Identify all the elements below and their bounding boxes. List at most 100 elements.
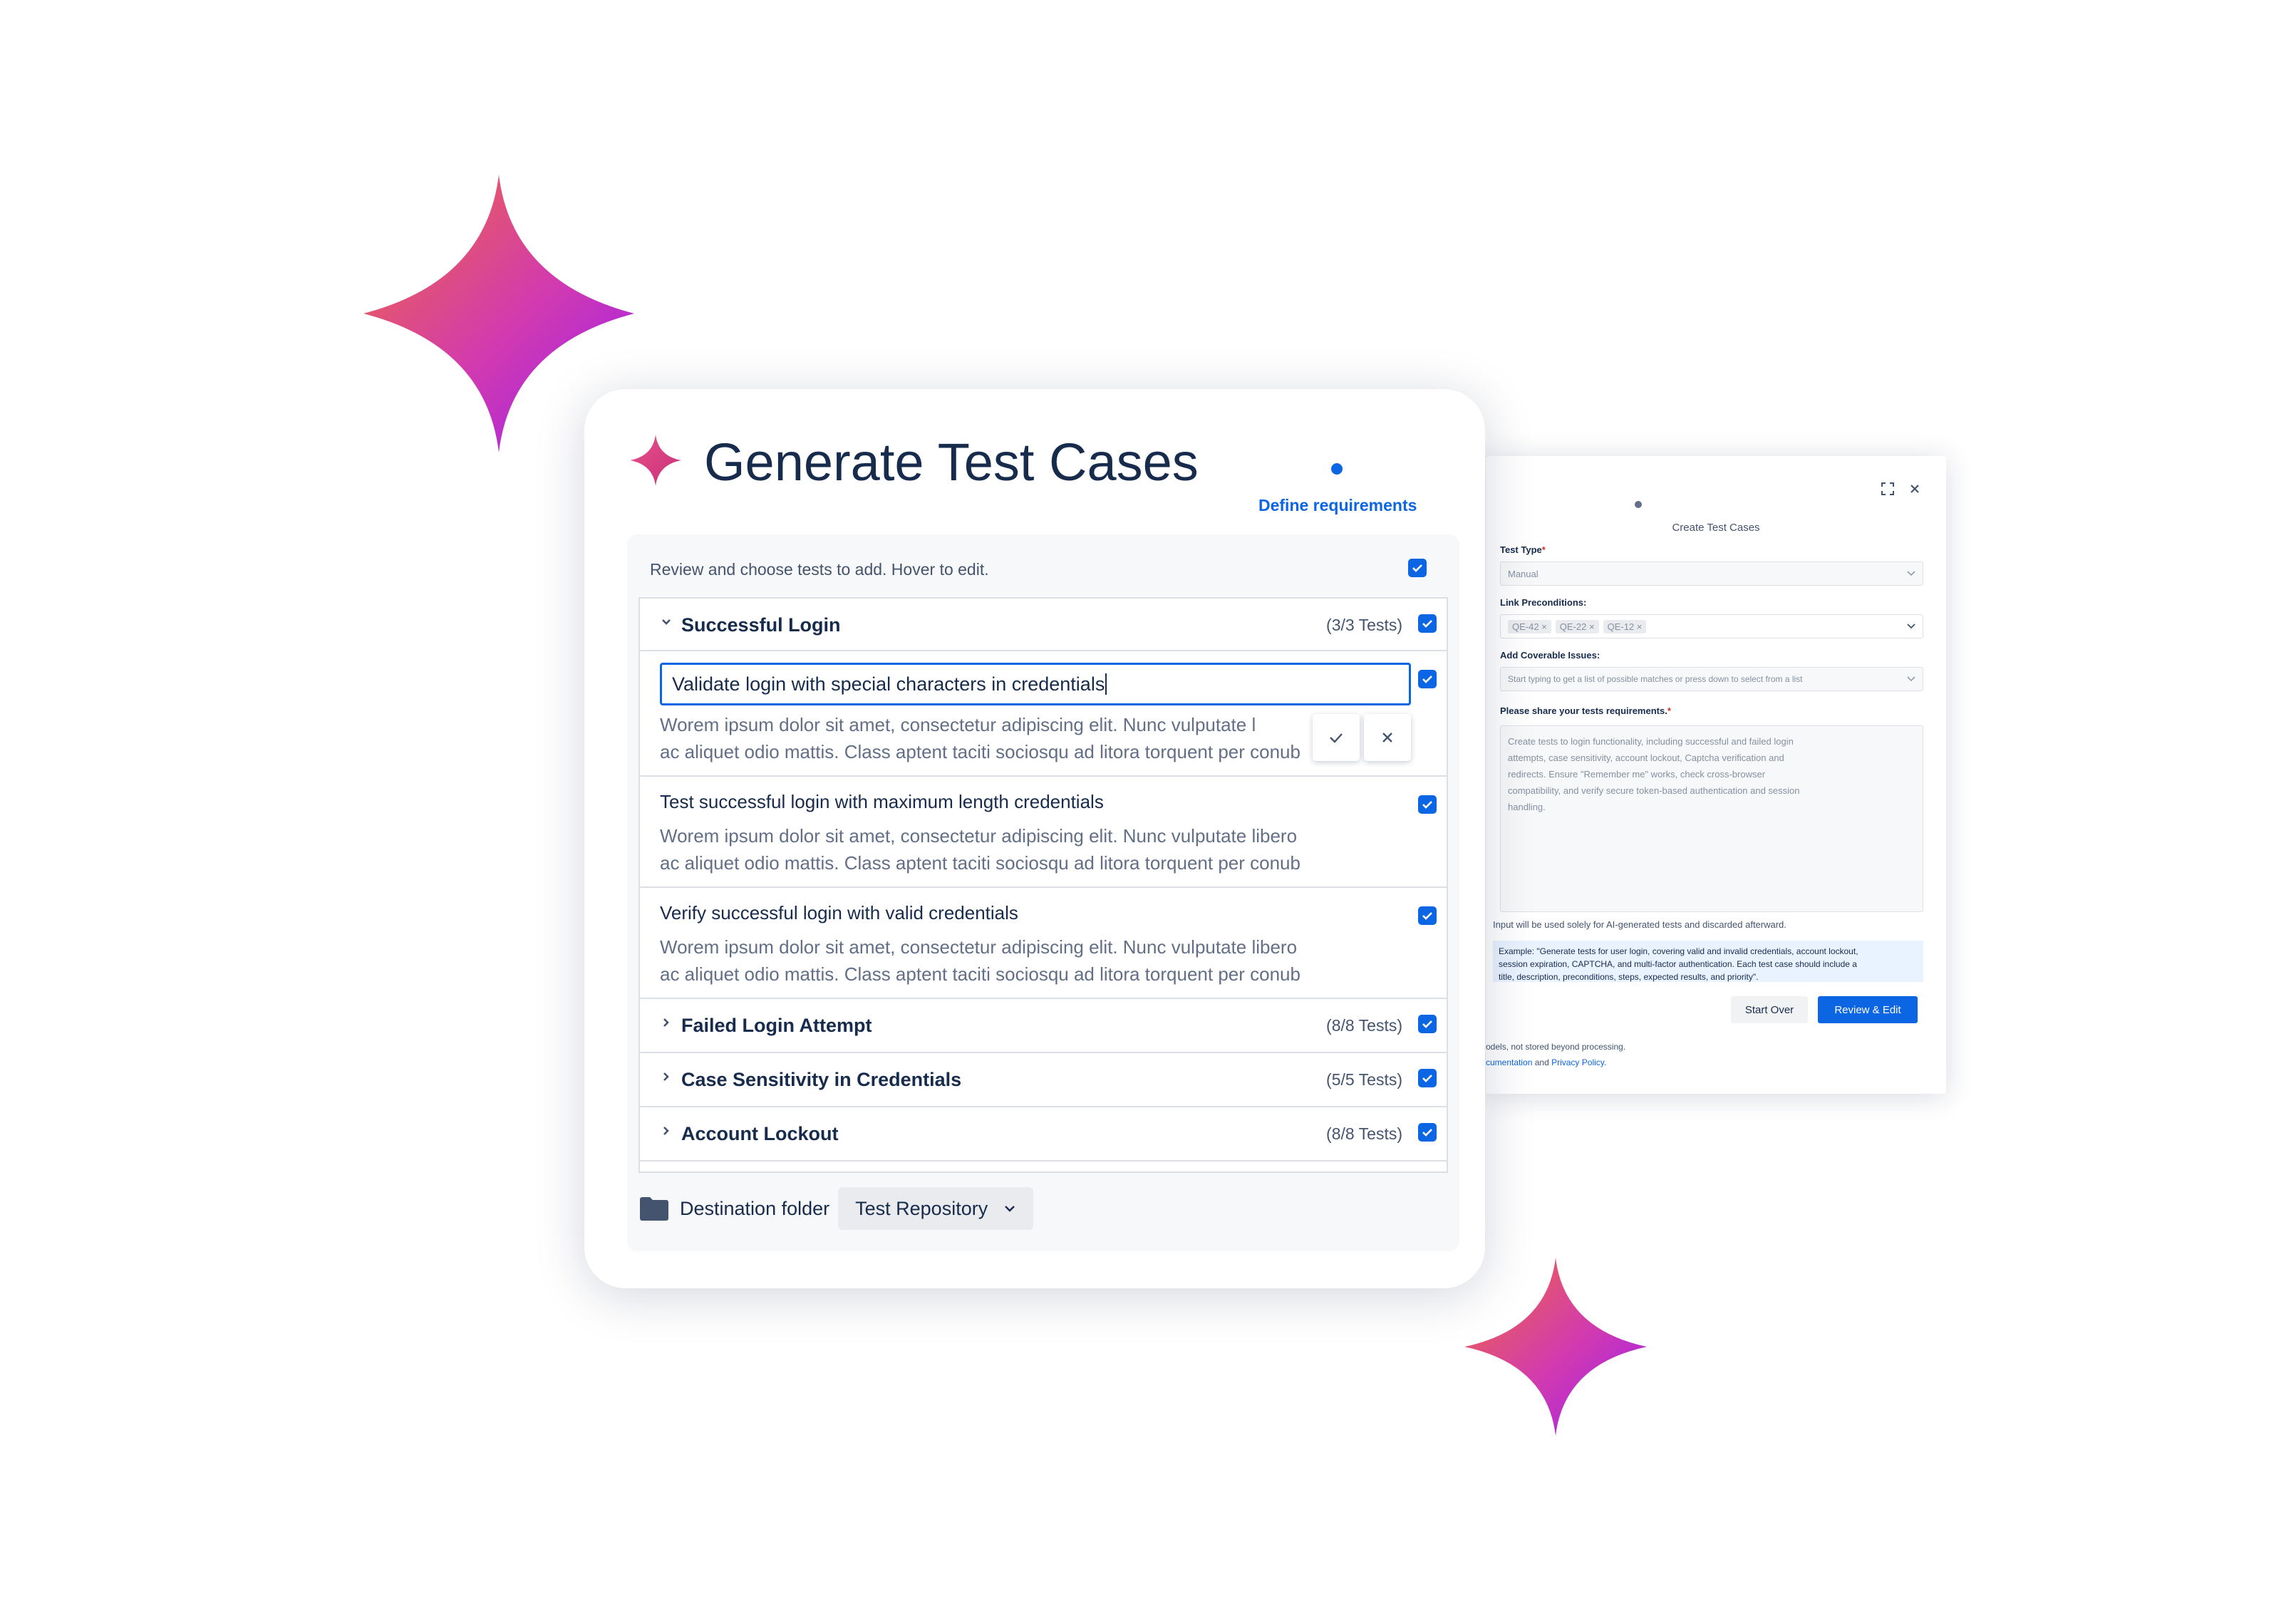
checkmark-icon (1422, 801, 1432, 809)
review-edit-button[interactable]: Review & Edit (1818, 996, 1918, 1023)
group-count: (3/3 Tests) (1326, 616, 1402, 634)
group-checkbox[interactable] (1418, 614, 1437, 633)
dialog-controls (1881, 482, 1922, 496)
group-name: Successful Login (681, 614, 841, 636)
group-row-successful-login[interactable]: Successful Login (3/3 Tests) (640, 599, 1447, 651)
group-name: Failed Login Attempt (681, 1015, 872, 1036)
coverable-issues-input[interactable]: Start typing to get a list of possible m… (1500, 667, 1923, 691)
select-all-checkbox[interactable] (1408, 559, 1427, 577)
confirm-edit-button[interactable] (1313, 714, 1360, 761)
group-count: (5/5 Tests) (1326, 1070, 1402, 1089)
group-row-case-sensitivity[interactable]: Case Sensitivity in Credentials (5/5 Tes… (640, 1053, 1447, 1107)
ai-sparkle-icon (630, 435, 681, 486)
checkmark-icon (1422, 1129, 1432, 1137)
destination-folder-row: Destination folder Test Repository (640, 1187, 1034, 1230)
chevron-down-icon (1907, 676, 1915, 682)
privacy-note: Input will be used solely for AI-generat… (1493, 919, 1786, 930)
check-icon (1330, 733, 1343, 743)
group-row-account-lockout[interactable]: Account Lockout (8/8 Tests) (640, 1107, 1447, 1161)
footer-disclaimer: odels, not stored beyond processing. (1486, 1042, 1626, 1052)
checkmark-icon (1422, 676, 1432, 683)
group-name: Account Lockout (681, 1123, 839, 1144)
checkmark-icon (1422, 912, 1432, 920)
group-name: Case Sensitivity in Credentials (681, 1069, 962, 1090)
review-hint: Review and choose tests to add. Hover to… (650, 560, 989, 579)
coverable-issues-label: Add Coverable Issues: (1500, 650, 1601, 661)
expand-icon[interactable] (1881, 482, 1895, 496)
test-type-label: Test Type* (1500, 544, 1546, 555)
test-description: Worem ipsum dolor sit amet, consectetur … (660, 714, 1300, 762)
close-icon[interactable] (1908, 482, 1922, 496)
chevron-right-icon[interactable] (660, 1016, 673, 1029)
sparkle-small-icon (1464, 1258, 1647, 1436)
test-type-value: Manual (1508, 568, 1539, 579)
step-indicator-dot (1635, 501, 1642, 508)
test-type-select[interactable]: Manual (1500, 562, 1923, 586)
close-icon (1382, 733, 1392, 743)
requirements-line: Create tests to login functionality, inc… (1508, 736, 1794, 747)
example-box: Example: "Generate tests for user login,… (1493, 941, 1923, 982)
test-description: Worem ipsum dolor sit amet, consectetur … (660, 825, 1300, 874)
create-test-cases-dialog: Create Test Cases Test Type* Manual Link… (1486, 456, 1946, 1094)
documentation-link[interactable]: cumentation (1486, 1057, 1532, 1067)
precondition-chip[interactable]: QE-22 × (1555, 619, 1599, 633)
dialog-title: Create Test Cases (1672, 522, 1760, 534)
step-indicator-dot (1331, 463, 1343, 475)
checkmark-icon (1412, 564, 1422, 572)
tests-review-box: Review and choose tests to add. Hover to… (627, 534, 1459, 1251)
test-title: Verify successful login with valid crede… (660, 902, 1018, 923)
example-line: session expiration, CAPTCHA, and multi-f… (1499, 959, 1857, 969)
test-row[interactable]: Test successful login with maximum lengt… (640, 777, 1447, 888)
chevron-right-icon[interactable] (660, 1070, 673, 1083)
chevron-right-icon[interactable] (660, 1124, 673, 1137)
requirements-line: compatibility, and verify secure token-b… (1508, 785, 1800, 796)
requirements-line: handling. (1508, 802, 1546, 812)
page-title: Generate Test Cases (704, 433, 1199, 492)
preconditions-select[interactable]: QE-42 × QE-22 × QE-12 × (1500, 614, 1923, 638)
preconditions-chips: QE-42 × QE-22 × QE-12 × (1508, 619, 1650, 633)
requirements-textarea[interactable]: Create tests to login functionality, inc… (1500, 725, 1923, 912)
checkmark-icon (1422, 1075, 1432, 1082)
footer-links: cumentation and Privacy Policy. (1486, 1057, 1607, 1067)
destination-folder-select[interactable]: Test Repository (838, 1187, 1034, 1230)
group-row-failed-login-attempt[interactable]: Failed Login Attempt (8/8 Tests) (640, 999, 1447, 1053)
cancel-edit-button[interactable] (1364, 714, 1411, 761)
precondition-chip[interactable]: QE-12 × (1603, 619, 1647, 633)
requirements-line: redirects. Ensure "Remember me" works, c… (1508, 769, 1766, 780)
start-over-button[interactable]: Start Over (1731, 996, 1808, 1023)
folder-icon (640, 1197, 668, 1221)
chevron-down-icon[interactable] (660, 616, 673, 628)
group-count: (8/8 Tests) (1326, 1124, 1402, 1143)
checkmark-icon (1422, 620, 1432, 628)
checkmark-icon (1422, 1020, 1432, 1028)
test-list: Successful Login (3/3 Tests) Validate lo… (638, 597, 1448, 1173)
step-label-define-requirements[interactable]: Define requirements (1258, 496, 1417, 515)
test-checkbox[interactable] (1418, 795, 1437, 814)
chevron-down-icon (1907, 571, 1915, 576)
example-line: Example: "Generate tests for user login,… (1499, 946, 1858, 956)
requirements-line: attempts, case sensitivity, account lock… (1508, 752, 1784, 763)
precondition-chip[interactable]: QE-42 × (1508, 619, 1551, 633)
example-line: title, description, preconditions, steps… (1499, 972, 1759, 982)
test-title: Test successful login with maximum lengt… (660, 791, 1104, 812)
requirements-label: Please share your tests requirements.* (1500, 705, 1671, 716)
test-description: Worem ipsum dolor sit amet, consectetur … (660, 936, 1300, 985)
coverable-issues-placeholder: Start typing to get a list of possible m… (1508, 674, 1803, 684)
destination-folder-value: Test Repository (855, 1197, 988, 1219)
test-checkbox[interactable] (1418, 670, 1437, 688)
chevron-down-icon (1907, 624, 1915, 629)
destination-folder-label: Destination folder (680, 1197, 830, 1219)
chevron-down-icon (1005, 1206, 1015, 1212)
test-title-input[interactable]: Validate login with special characters i… (660, 663, 1411, 705)
preconditions-label: Link Preconditions: (1500, 597, 1587, 608)
generate-test-cases-dialog: Generate Test Cases Define requirements … (584, 389, 1485, 1288)
group-checkbox[interactable] (1418, 1069, 1437, 1087)
group-checkbox[interactable] (1418, 1123, 1437, 1142)
edit-actions (1313, 714, 1411, 761)
test-row-editing[interactable]: Validate login with special characters i… (640, 651, 1447, 777)
group-count: (8/8 Tests) (1326, 1016, 1402, 1035)
group-checkbox[interactable] (1418, 1015, 1437, 1033)
privacy-policy-link[interactable]: Privacy Policy. (1551, 1057, 1606, 1067)
test-row[interactable]: Verify successful login with valid crede… (640, 888, 1447, 999)
test-checkbox[interactable] (1418, 906, 1437, 925)
